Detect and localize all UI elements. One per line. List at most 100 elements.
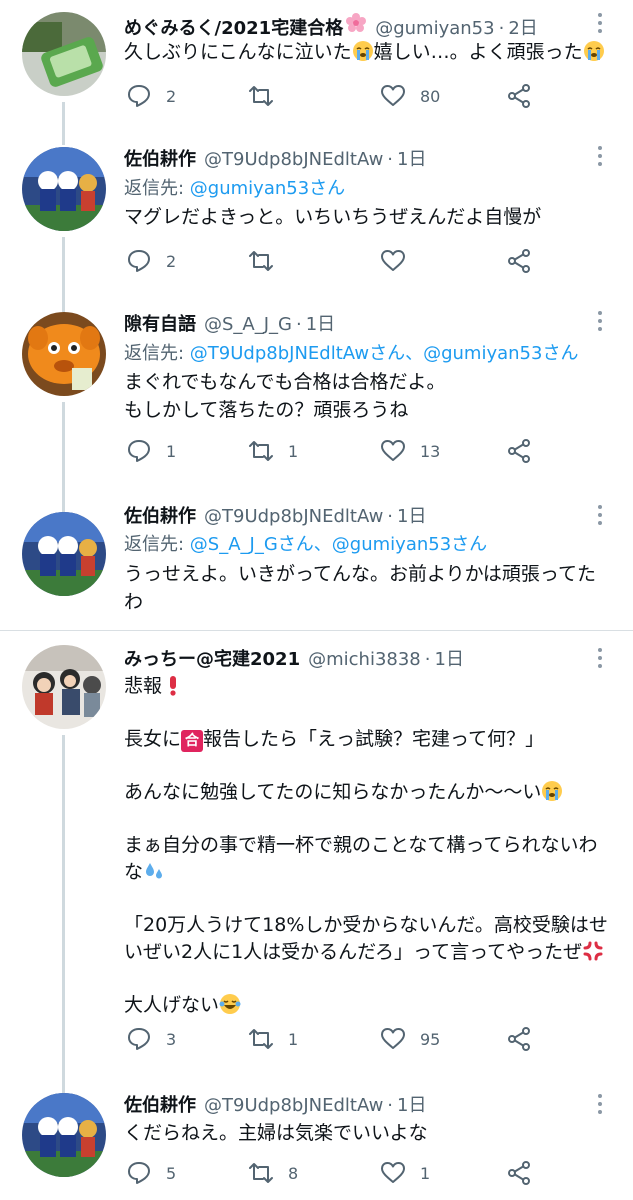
tweet-5[interactable]: みっちー@宅建2021 @michi3838 · 1日 悲報 長女に合報告したら… [0, 631, 633, 1071]
handle[interactable]: @gumiyan53 [375, 18, 494, 39]
like-count: 1 [420, 1163, 431, 1183]
separator: · [387, 1095, 394, 1116]
tweet-3[interactable]: 隙有自語 @S_A_J_G · 1日 返信先: @T9Udp8bJNEdltAw… [0, 290, 633, 490]
thread-line [62, 290, 65, 312]
more-icon[interactable] [592, 1091, 608, 1117]
display-name[interactable]: 佐伯耕作 [124, 145, 196, 171]
tweet-actions: 5 8 1 [124, 1158, 594, 1188]
reply-icon [128, 1028, 150, 1050]
timestamp[interactable]: 1日 [306, 310, 335, 336]
avatar[interactable] [22, 12, 106, 96]
more-icon[interactable] [592, 10, 608, 36]
reply-button[interactable]: 2 [126, 81, 176, 111]
timestamp[interactable]: 1日 [435, 645, 464, 671]
text-line: 久しぶりにこんなに泣いた [124, 41, 352, 63]
like-count: 13 [420, 441, 441, 461]
separator: · [387, 506, 394, 527]
display-name[interactable]: 佐伯耕作 [124, 502, 196, 528]
avatar[interactable] [22, 312, 106, 396]
like-button[interactable]: 80 [380, 81, 440, 111]
text-line: もしかして落ちたの？頑張ろうね [124, 399, 409, 421]
retweet-count: 1 [288, 1029, 299, 1049]
reply-icon [128, 250, 150, 272]
text-line: 悲報 [124, 675, 163, 697]
retweet-icon [249, 251, 273, 271]
timestamp[interactable]: 1日 [397, 502, 426, 528]
reply-to: 返信先: @T9Udp8bJNEdltAwさん、@gumiyan53さん [124, 339, 613, 365]
tweet-text: 悲報 長女に合報告したら「えっ試験？宅建って何？」 あんなに勉強してたのに知らな… [124, 673, 609, 1019]
like-button[interactable]: 13 [380, 436, 440, 466]
retweet-icon [249, 86, 273, 106]
tweet-2[interactable]: 佐伯耕作 @T9Udp8bJNEdltAw · 1日 返信先: @gumiyan… [0, 125, 633, 290]
tweet-1[interactable]: めぐみるく/2021宅建合格 @gumiyan53 · 2日 久しぶりにこんなに… [0, 0, 633, 132]
handle[interactable]: @michi3838 [308, 649, 421, 670]
reply-button[interactable]: 5 [126, 1158, 176, 1188]
like-button[interactable]: 1 [380, 1158, 430, 1188]
handle[interactable]: @S_A_J_G [204, 314, 292, 335]
more-icon[interactable] [592, 645, 608, 671]
reply-button[interactable]: 2 [126, 246, 176, 276]
tears-of-joy-emoji [219, 994, 241, 1014]
avatar[interactable] [22, 1093, 106, 1177]
handle[interactable]: @T9Udp8bJNEdltAw [204, 506, 383, 527]
thread-line [62, 125, 65, 145]
retweet-button[interactable]: 8 [248, 1158, 298, 1188]
retweet-button[interactable]: 1 [248, 436, 298, 466]
text-line: 嬉しい…。よく頑張った [373, 41, 583, 63]
timestamp[interactable]: 1日 [397, 145, 426, 171]
share-icon [508, 439, 530, 463]
retweet-button[interactable] [248, 246, 288, 276]
share-button[interactable] [506, 246, 532, 276]
share-icon [508, 1161, 530, 1185]
mention-link[interactable]: @gumiyan53さん [190, 178, 345, 199]
display-name[interactable]: みっちー@宅建2021 [124, 645, 300, 671]
tweet-header: みっちー@宅建2021 @michi3838 · 1日 [124, 645, 589, 675]
retweet-button[interactable]: 1 [248, 1024, 298, 1054]
reply-to-label: 返信先: [124, 534, 190, 555]
timestamp[interactable]: 1日 [397, 1091, 426, 1117]
tweet-actions: 2 [124, 246, 594, 276]
display-name[interactable]: 佐伯耕作 [124, 1091, 196, 1117]
like-button[interactable] [380, 246, 420, 276]
display-name[interactable]: めぐみるく/2021宅建合格 [124, 14, 343, 40]
retweet-count: 1 [288, 441, 299, 461]
mention-link[interactable]: @T9Udp8bJNEdltAwさん、@gumiyan53さん [190, 343, 579, 364]
handle[interactable]: @T9Udp8bJNEdltAw [204, 149, 383, 170]
tweet-4[interactable]: 佐伯耕作 @T9Udp8bJNEdltAw · 1日 返信先: @S_A_J_G… [0, 490, 633, 630]
reply-to-label: 返信先: [124, 178, 190, 199]
reply-button[interactable]: 3 [126, 1024, 176, 1054]
tweet-text: うっせえよ。いきがってんな。お前よりかは頑張ってた わ [124, 560, 609, 616]
reply-count: 5 [166, 1163, 177, 1183]
reply-button[interactable]: 1 [126, 436, 176, 466]
like-icon [381, 85, 405, 106]
share-button[interactable] [506, 81, 532, 111]
tweet-header: 佐伯耕作 @T9Udp8bJNEdltAw · 1日 [124, 502, 589, 532]
handle[interactable]: @T9Udp8bJNEdltAw [204, 1095, 383, 1116]
mention-link[interactable]: @S_A_J_Gさん、@gumiyan53さん [190, 534, 487, 555]
display-name[interactable]: 隙有自語 [124, 310, 196, 336]
avatar[interactable] [22, 512, 106, 596]
more-icon[interactable] [592, 502, 608, 528]
like-count: 95 [420, 1029, 441, 1049]
more-icon[interactable] [592, 308, 608, 334]
more-icon[interactable] [592, 143, 608, 169]
retweet-button[interactable] [248, 81, 288, 111]
share-icon [508, 1027, 530, 1051]
avatar[interactable] [22, 645, 106, 729]
share-button[interactable] [506, 1158, 532, 1188]
tweet-6[interactable]: 佐伯耕作 @T9Udp8bJNEdltAw · 1日 くだらねえ。主婦は気楽でい… [0, 1071, 633, 1200]
timestamp[interactable]: 2日 [508, 14, 537, 40]
tweet-actions: 2 80 [124, 81, 594, 111]
tweet-header: 佐伯耕作 @T9Udp8bJNEdltAw · 1日 [124, 145, 589, 175]
reply-to-label: 返信先: [124, 343, 190, 364]
like-button[interactable]: 95 [380, 1024, 440, 1054]
share-button[interactable] [506, 1024, 532, 1054]
share-icon [508, 84, 530, 108]
pass-badge-emoji: 合 [181, 730, 204, 752]
avatar[interactable] [22, 147, 106, 231]
reply-icon [128, 85, 150, 107]
reply-to: 返信先: @S_A_J_Gさん、@gumiyan53さん [124, 530, 613, 556]
share-button[interactable] [506, 436, 532, 466]
reply-icon [128, 1162, 150, 1184]
reply-count: 3 [166, 1029, 177, 1049]
